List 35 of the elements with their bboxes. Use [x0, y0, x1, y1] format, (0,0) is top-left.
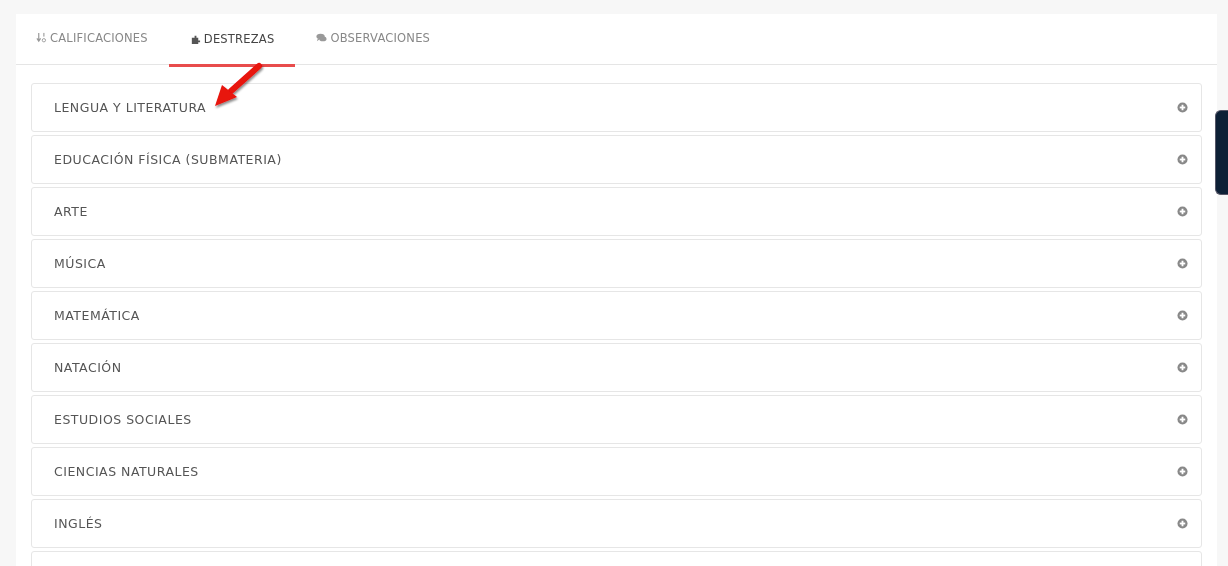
accordion-panel[interactable]: MATEMÁTICA	[31, 291, 1202, 340]
accordion-panel[interactable]: MÚSICA	[31, 239, 1202, 288]
plus-circle-icon[interactable]	[1177, 310, 1188, 321]
panel-title: LENGUA Y LITERATURA	[54, 100, 207, 115]
accordion-panel[interactable]: CIENCIAS NATURALES	[31, 447, 1202, 496]
plus-circle-icon[interactable]	[1177, 258, 1188, 269]
panel-title: MÚSICA	[54, 256, 106, 271]
panel-title: CIENCIAS NATURALES	[54, 464, 199, 479]
panel-title: MATEMÁTICA	[54, 308, 140, 323]
accordion-panel[interactable]: LENGUA Y LITERATURA	[31, 83, 1202, 132]
accordion-panel[interactable]: ARTE	[31, 187, 1202, 236]
plus-circle-icon[interactable]	[1177, 518, 1188, 529]
accordion-panel[interactable]: NATACIÓN	[31, 343, 1202, 392]
plus-circle-icon[interactable]	[1177, 154, 1188, 165]
tab[interactable]: CALIFICACIONES	[36, 14, 169, 64]
sort-icon	[36, 32, 47, 43]
plus-circle-icon[interactable]	[1177, 414, 1188, 425]
panel-title: INGLÉS	[54, 516, 103, 531]
accordion-panel[interactable]: EDUCACIÓN FÍSICA (SUBMATERIA)	[31, 135, 1202, 184]
plus-circle-icon[interactable]	[1177, 362, 1188, 373]
floating-tab[interactable]	[1215, 110, 1228, 195]
panel-title: NATACIÓN	[54, 360, 122, 375]
comments-icon	[316, 32, 328, 43]
accordion-panel[interactable]: ESTUDIOS SOCIALES	[31, 395, 1202, 444]
tab[interactable]: DESTREZAS	[168, 14, 296, 67]
panel-title: ESTUDIOS SOCIALES	[54, 412, 192, 427]
tab[interactable]: OBSERVACIONES	[295, 14, 452, 64]
accordion-panel[interactable]: INGLÉS	[31, 499, 1202, 548]
plus-circle-icon[interactable]	[1177, 102, 1188, 113]
panel-title: EDUCACIÓN FÍSICA (SUBMATERIA)	[54, 152, 282, 167]
arrow	[215, 63, 262, 106]
puzzle-icon	[189, 33, 201, 45]
panel-title: ARTE	[54, 204, 88, 219]
plus-circle-icon[interactable]	[1177, 206, 1188, 217]
plus-circle-icon[interactable]	[1177, 466, 1188, 477]
